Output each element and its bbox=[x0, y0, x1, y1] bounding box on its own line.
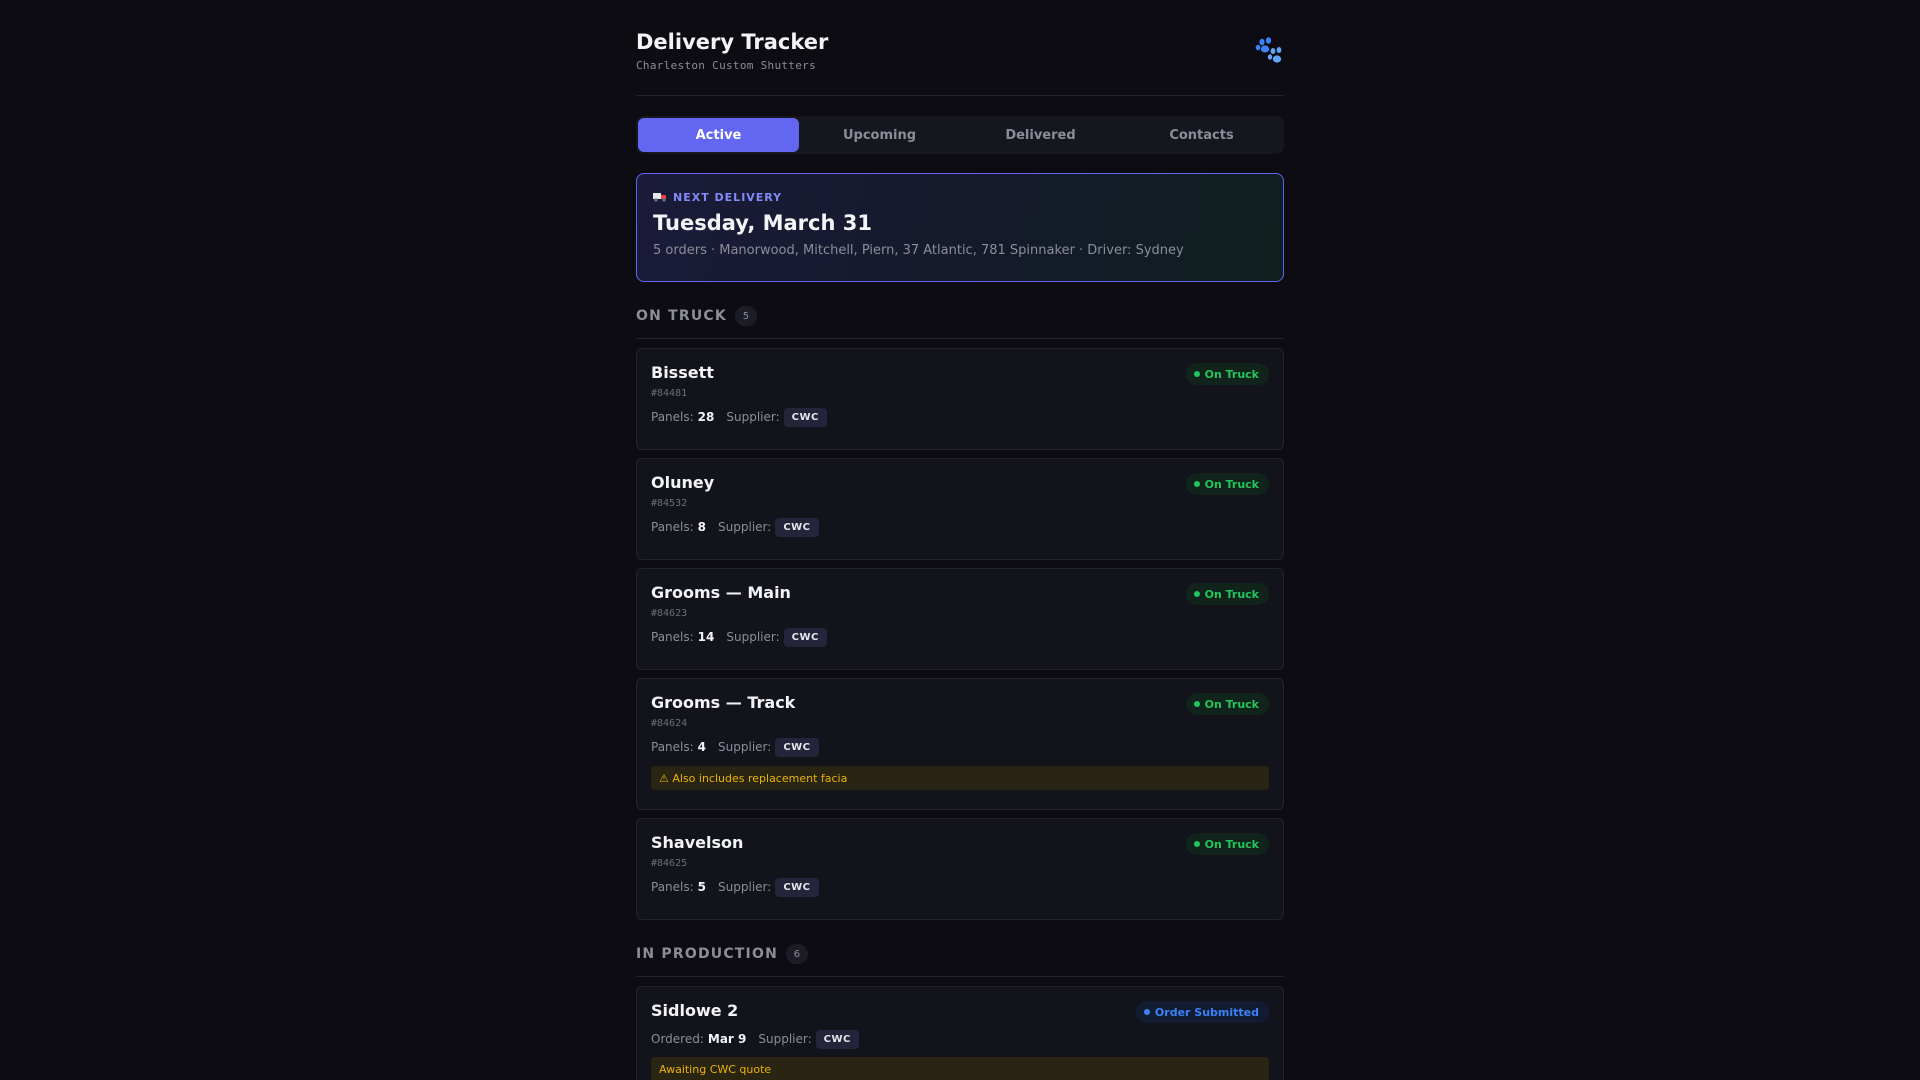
status-label: Order Submitted bbox=[1154, 1005, 1259, 1019]
status-label: On Truck bbox=[1204, 587, 1259, 601]
status-badge: On Truck bbox=[1185, 473, 1269, 495]
order-meta: Panels: 5 Supplier: CWC bbox=[651, 877, 1269, 897]
panels-value: 8 bbox=[697, 520, 707, 534]
order-name: Oluney bbox=[651, 473, 715, 492]
ordered-label: Ordered: bbox=[651, 1032, 704, 1046]
order-meta: Panels: 14 Supplier: CWC bbox=[651, 627, 1269, 647]
order-id: #84532 bbox=[651, 498, 688, 509]
next-delivery-date: Tuesday, March 31 bbox=[653, 211, 872, 235]
section-divider bbox=[636, 976, 1284, 977]
paw-icon[interactable] bbox=[1254, 36, 1284, 66]
status-dot bbox=[1193, 371, 1200, 377]
header: Delivery Tracker Charleston Custom Shutt… bbox=[636, 0, 1284, 96]
order-meta: Panels: 4 Supplier: CWC bbox=[651, 737, 1269, 757]
order-name: Shavelson bbox=[651, 833, 744, 852]
order-id: #84481 bbox=[651, 388, 688, 399]
supplier-tag: CWC bbox=[775, 517, 819, 537]
order-card[interactable]: Bissett #84481 Panels: 28 Supplier: CWC On… bbox=[636, 348, 1284, 450]
tab-bar: Active Upcoming Delivered Contacts bbox=[636, 116, 1284, 154]
panels-label: Panels: bbox=[651, 410, 694, 424]
order-card[interactable]: Grooms — Main #84623 Panels: 14 Supplier:… bbox=[636, 568, 1284, 670]
supplier-tag: CWC bbox=[775, 877, 819, 897]
section-count: 6 bbox=[785, 944, 808, 964]
status-dot bbox=[1143, 1009, 1150, 1015]
supplier-tag: CWC bbox=[815, 1029, 859, 1049]
status-dot bbox=[1193, 701, 1200, 707]
panels-value: 4 bbox=[697, 740, 707, 754]
status-dot bbox=[1193, 841, 1200, 847]
supplier-label: Supplier: bbox=[726, 630, 780, 644]
next-delivery-summary: 5 orders · Manorwood, Mitchell, Piern, 3… bbox=[653, 243, 1184, 258]
panels-value: 28 bbox=[697, 410, 715, 424]
supplier-label: Supplier: bbox=[726, 410, 780, 424]
order-card[interactable]: Grooms — Track #84624 Panels: 4 Supplier:… bbox=[636, 678, 1284, 810]
status-dot bbox=[1193, 481, 1200, 487]
section-title: IN PRODUCTION bbox=[636, 946, 778, 962]
panels-label: Panels: bbox=[651, 520, 694, 534]
status-badge: On Truck bbox=[1185, 363, 1269, 385]
status-badge: On Truck bbox=[1185, 583, 1269, 605]
tab-active[interactable]: Active bbox=[638, 118, 799, 152]
ordered-value: Mar 9 bbox=[707, 1032, 747, 1046]
next-delivery-label: NEXT DELIVERY bbox=[673, 190, 783, 204]
page-subtitle: Charleston Custom Shutters bbox=[636, 59, 816, 72]
order-name: Grooms — Track bbox=[651, 693, 796, 712]
status-badge: Order Submitted bbox=[1135, 1001, 1269, 1023]
order-note: Awaiting CWC quote bbox=[651, 1057, 1269, 1080]
order-meta: Panels: 8 Supplier: CWC bbox=[651, 517, 1269, 537]
status-badge: On Truck bbox=[1185, 693, 1269, 715]
order-name: Grooms — Main bbox=[651, 583, 791, 602]
supplier-tag: CWC bbox=[783, 407, 827, 427]
supplier-label: Supplier: bbox=[758, 1032, 812, 1046]
order-card[interactable]: Shavelson #84625 Panels: 5 Supplier: CWC O… bbox=[636, 818, 1284, 920]
order-card[interactable]: Sidlowe 2 Ordered: Mar 9 Supplier: CWC Awa… bbox=[636, 986, 1284, 1080]
supplier-label: Supplier: bbox=[718, 740, 772, 754]
order-note: ⚠ Also includes replacement facia bbox=[651, 766, 1269, 790]
status-badge: On Truck bbox=[1185, 833, 1269, 855]
panels-label: Panels: bbox=[651, 630, 694, 644]
panels-value: 14 bbox=[697, 630, 715, 644]
panels-label: Panels: bbox=[651, 740, 694, 754]
status-label: On Truck bbox=[1204, 837, 1259, 851]
supplier-label: Supplier: bbox=[718, 880, 772, 894]
section-title: ON TRUCK bbox=[636, 308, 727, 324]
status-label: On Truck bbox=[1204, 367, 1259, 381]
order-id: #84624 bbox=[651, 718, 688, 729]
truck-icon bbox=[653, 193, 666, 202]
supplier-tag: CWC bbox=[783, 627, 827, 647]
page-title: Delivery Tracker bbox=[636, 30, 829, 54]
status-dot bbox=[1193, 591, 1200, 597]
order-id: #84625 bbox=[651, 858, 688, 869]
section-on-truck: ON TRUCK 5 bbox=[636, 304, 1284, 339]
tab-contacts[interactable]: Contacts bbox=[1121, 118, 1282, 152]
order-meta: Ordered: Mar 9 Supplier: CWC bbox=[651, 1029, 1269, 1049]
section-divider bbox=[636, 338, 1284, 339]
order-name: Bissett bbox=[651, 363, 714, 382]
supplier-label: Supplier: bbox=[718, 520, 772, 534]
order-meta: Panels: 28 Supplier: CWC bbox=[651, 407, 1269, 427]
page: Delivery Tracker Charleston Custom Shutt… bbox=[636, 0, 1284, 1080]
panels-value: 5 bbox=[697, 880, 707, 894]
next-delivery-eyebrow: NEXT DELIVERY bbox=[653, 190, 1267, 204]
order-id: #84623 bbox=[651, 608, 688, 619]
status-label: On Truck bbox=[1204, 477, 1259, 491]
section-in-production: IN PRODUCTION 6 bbox=[636, 942, 1284, 977]
tab-upcoming[interactable]: Upcoming bbox=[799, 118, 960, 152]
next-delivery-card[interactable]: NEXT DELIVERY Tuesday, March 31 5 orders… bbox=[636, 173, 1284, 282]
section-count: 5 bbox=[734, 306, 757, 326]
panels-label: Panels: bbox=[651, 880, 694, 894]
order-card[interactable]: Oluney #84532 Panels: 8 Supplier: CWC On T… bbox=[636, 458, 1284, 560]
supplier-tag: CWC bbox=[775, 737, 819, 757]
tab-delivered[interactable]: Delivered bbox=[960, 118, 1121, 152]
status-label: On Truck bbox=[1204, 697, 1259, 711]
